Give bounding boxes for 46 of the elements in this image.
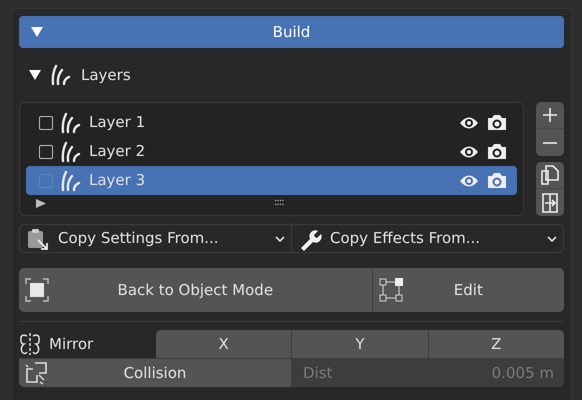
edit-mode-icon xyxy=(378,278,403,302)
checkbox[interactable] xyxy=(39,144,53,158)
duplicate-button[interactable] xyxy=(536,162,564,189)
edit-button[interactable]: Edit xyxy=(372,268,564,312)
clipboard-icon xyxy=(26,226,50,250)
stroke-icon xyxy=(51,64,71,86)
minus-icon xyxy=(542,142,558,144)
stroke-icon xyxy=(61,112,81,134)
collision-icon xyxy=(25,361,47,385)
dropdown[interactable]: Copy Settings From... xyxy=(20,225,291,252)
stroke-icon xyxy=(61,140,81,162)
subpanel-title: Layers xyxy=(81,64,131,86)
expand-triangle-icon[interactable] xyxy=(36,199,46,208)
object-mode-icon xyxy=(25,278,49,302)
stroke-icon xyxy=(61,170,81,192)
collapse-triangle-icon xyxy=(31,27,43,37)
layer-name: Layer 1 xyxy=(89,112,146,134)
layer-row[interactable]: Layer 1 xyxy=(26,108,517,137)
remove-button[interactable] xyxy=(536,129,564,156)
layer-name: Layer 2 xyxy=(89,141,146,162)
chevron-down-icon xyxy=(275,236,285,242)
camera-icon[interactable] xyxy=(487,143,507,160)
axis-toggle[interactable]: Y xyxy=(291,330,428,358)
axis-toggle[interactable]: Z xyxy=(428,330,564,358)
subpanel-toggle[interactable] xyxy=(29,70,41,80)
camera-icon[interactable] xyxy=(487,114,507,131)
resize-grip[interactable]: :::: xyxy=(274,195,284,210)
chevron-down-icon xyxy=(547,236,557,242)
plus-icon xyxy=(542,107,558,123)
axis-toggle[interactable]: X xyxy=(156,330,292,358)
checkbox[interactable] xyxy=(39,116,53,130)
transfer-button[interactable] xyxy=(536,189,564,216)
eye-icon[interactable] xyxy=(459,144,479,158)
mirror-icon xyxy=(19,332,41,356)
layer-name: Layer 3 xyxy=(89,170,146,192)
object-mode-button[interactable]: Back to Object Mode xyxy=(19,268,372,312)
import-icon xyxy=(540,192,560,214)
copy-icon xyxy=(540,165,560,185)
dropdown[interactable]: Copy Effects From... xyxy=(291,225,563,252)
layer-row[interactable]: Layer 2 xyxy=(26,137,517,166)
add-button[interactable] xyxy=(536,102,564,129)
panel-header[interactable]: Build xyxy=(19,16,564,48)
mirror-label: Mirror xyxy=(49,334,94,355)
collision-toggle[interactable]: Collision xyxy=(19,359,291,387)
layer-row[interactable]: Layer 3 xyxy=(26,166,517,195)
eye-icon[interactable] xyxy=(459,116,479,130)
